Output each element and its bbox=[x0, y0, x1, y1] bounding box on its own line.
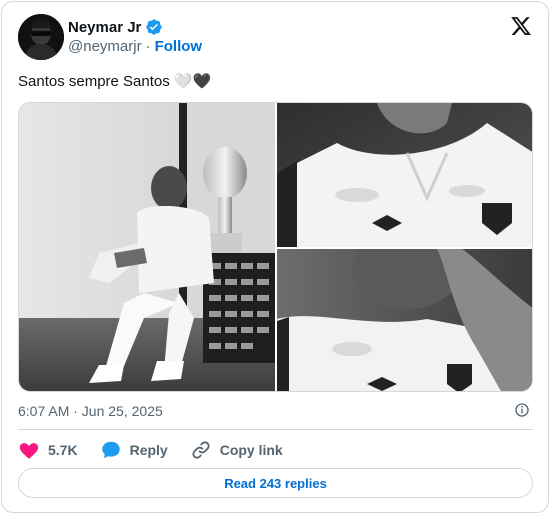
verified-badge-icon bbox=[145, 18, 163, 36]
action-bar: 5.7K Reply Copy link bbox=[18, 438, 305, 462]
follow-button[interactable]: Follow bbox=[155, 38, 203, 55]
info-icon[interactable] bbox=[514, 402, 530, 418]
tweet-text: Santos sempre Santos 🤍🖤 bbox=[18, 72, 211, 92]
heart-icon bbox=[18, 439, 40, 461]
photo-hand-on-face[interactable] bbox=[277, 249, 532, 391]
heart-emojis: 🤍🖤 bbox=[173, 73, 212, 90]
divider bbox=[18, 429, 533, 430]
separator-dot: · bbox=[145, 38, 151, 55]
tweet-timestamp[interactable]: 6:07 AM · Jun 25, 2025 bbox=[18, 403, 163, 419]
tweet-body: Santos sempre Santos bbox=[18, 73, 174, 90]
author-handle[interactable]: @neymarjr bbox=[68, 38, 142, 55]
like-count: 5.7K bbox=[48, 442, 78, 458]
photo-player-with-trophy[interactable] bbox=[19, 103, 275, 391]
reply-button[interactable]: Reply bbox=[100, 439, 168, 461]
author-name[interactable]: Neymar Jr bbox=[68, 19, 141, 36]
tweet-card: Neymar Jr @neymarjr · Follow Santos semp… bbox=[1, 1, 549, 513]
x-logo-icon[interactable] bbox=[510, 15, 532, 37]
read-replies-button[interactable]: Read 243 replies bbox=[18, 468, 533, 498]
reply-label: Reply bbox=[129, 442, 168, 458]
like-button[interactable]: 5.7K bbox=[18, 439, 78, 461]
reply-bubble-icon bbox=[100, 439, 122, 461]
media-grid bbox=[18, 102, 533, 392]
avatar[interactable] bbox=[18, 14, 64, 60]
photo-shirt-closeup[interactable] bbox=[277, 103, 532, 247]
copy-link-button[interactable]: Copy link bbox=[190, 439, 283, 461]
copy-link-label: Copy link bbox=[219, 442, 283, 458]
author-handle-row: @neymarjr · Follow bbox=[68, 38, 202, 55]
author-name-row: Neymar Jr bbox=[68, 18, 163, 36]
link-icon bbox=[190, 439, 212, 461]
